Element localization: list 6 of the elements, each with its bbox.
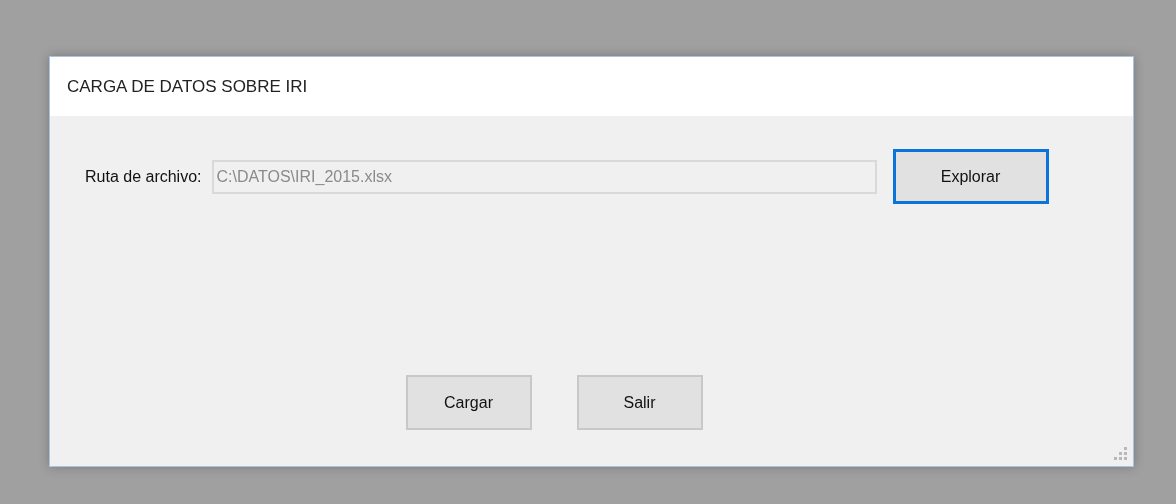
dialog-button[interactable]: Salir xyxy=(576,375,703,430)
resize-grip-icon[interactable] xyxy=(1114,447,1128,461)
field-label: Ruta de archivo: xyxy=(85,167,202,186)
dialog-button[interactable]: Cargar xyxy=(405,375,532,430)
window-title: CARGA DE DATOS SOBRE IRI xyxy=(67,76,308,97)
browse-button[interactable]: Explorar xyxy=(892,149,1049,204)
